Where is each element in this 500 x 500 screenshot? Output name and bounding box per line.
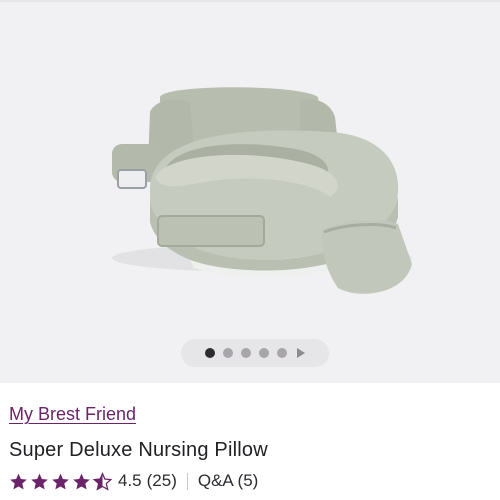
brand-link[interactable]: My Brest Friend xyxy=(9,404,136,425)
carousel-dot-3[interactable] xyxy=(241,348,251,358)
carousel-dot-2[interactable] xyxy=(223,348,233,358)
carousel-dot-4[interactable] xyxy=(259,348,269,358)
star-full-icon xyxy=(10,473,27,489)
carousel-dot-1[interactable] xyxy=(205,348,215,358)
product-image-gallery[interactable] xyxy=(0,2,500,383)
star-rating[interactable] xyxy=(9,471,112,491)
star-half-icon xyxy=(93,471,112,491)
review-count-link[interactable]: (25) xyxy=(147,471,177,491)
carousel-pager xyxy=(181,339,329,367)
star-full-icon xyxy=(52,473,69,489)
star-full-icon xyxy=(73,473,90,489)
rating-value: 4.5 xyxy=(118,471,142,490)
carousel-dot-5[interactable] xyxy=(277,348,287,358)
rating-row: 4.5 (25) Q&A (5) xyxy=(9,471,491,491)
product-image[interactable] xyxy=(0,2,500,383)
qa-link[interactable]: Q&A (5) xyxy=(198,471,258,491)
divider xyxy=(186,472,188,490)
star-full-icon xyxy=(31,473,48,489)
product-info: My Brest Friend Super Deluxe Nursing Pil… xyxy=(9,383,491,491)
product-title: Super Deluxe Nursing Pillow xyxy=(9,439,268,461)
carousel-next-icon[interactable] xyxy=(297,348,305,358)
